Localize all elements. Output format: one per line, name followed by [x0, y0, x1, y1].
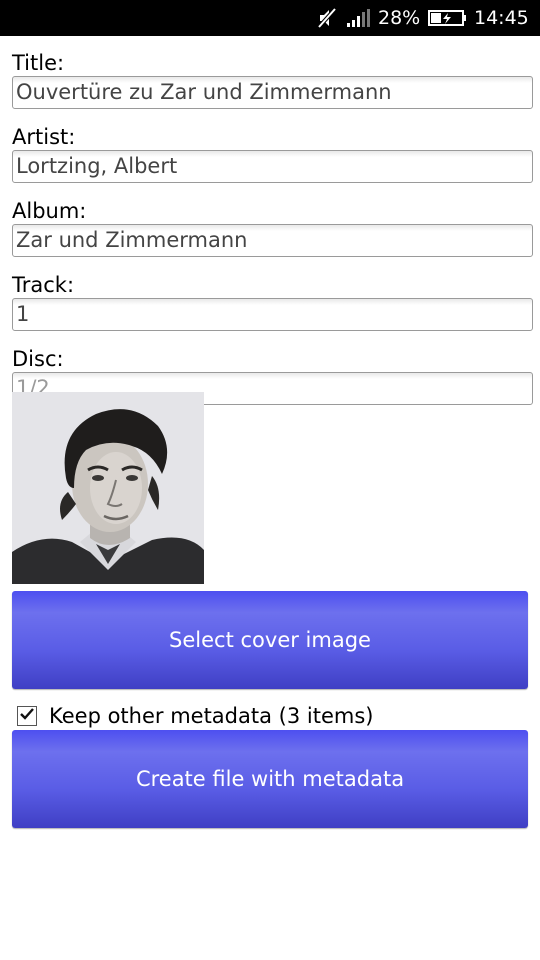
- title-label: Title:: [12, 51, 65, 75]
- track-input[interactable]: 1: [12, 298, 533, 331]
- battery-percent: 28%: [378, 7, 421, 29]
- keep-metadata-label: Keep other metadata (3 items): [49, 704, 374, 728]
- clock: 14:45: [474, 7, 529, 29]
- checkmark-icon: [19, 706, 35, 726]
- create-file-button[interactable]: Create file with metadata: [12, 730, 528, 828]
- track-label: Track:: [12, 273, 75, 297]
- select-cover-image-button[interactable]: Select cover image: [12, 591, 528, 689]
- metadata-form: Title: Ouvertüre zu Zar und Zimmermann A…: [12, 36, 533, 446]
- mute-icon: [316, 0, 342, 36]
- album-input[interactable]: Zar und Zimmermann: [12, 224, 533, 257]
- signal-icon: [346, 0, 374, 36]
- title-input[interactable]: Ouvertüre zu Zar und Zimmermann: [12, 76, 533, 109]
- disc-label: Disc:: [12, 347, 64, 371]
- cover-image: [12, 392, 204, 584]
- keep-metadata-row[interactable]: Keep other metadata (3 items): [17, 703, 373, 729]
- keep-metadata-checkbox[interactable]: [17, 706, 37, 726]
- album-label: Album:: [12, 199, 87, 223]
- artist-input[interactable]: Lortzing, Albert: [12, 150, 533, 183]
- battery-charging-icon: [428, 0, 468, 36]
- artist-label: Artist:: [12, 125, 76, 149]
- status-bar: 28% 14:45: [0, 0, 540, 36]
